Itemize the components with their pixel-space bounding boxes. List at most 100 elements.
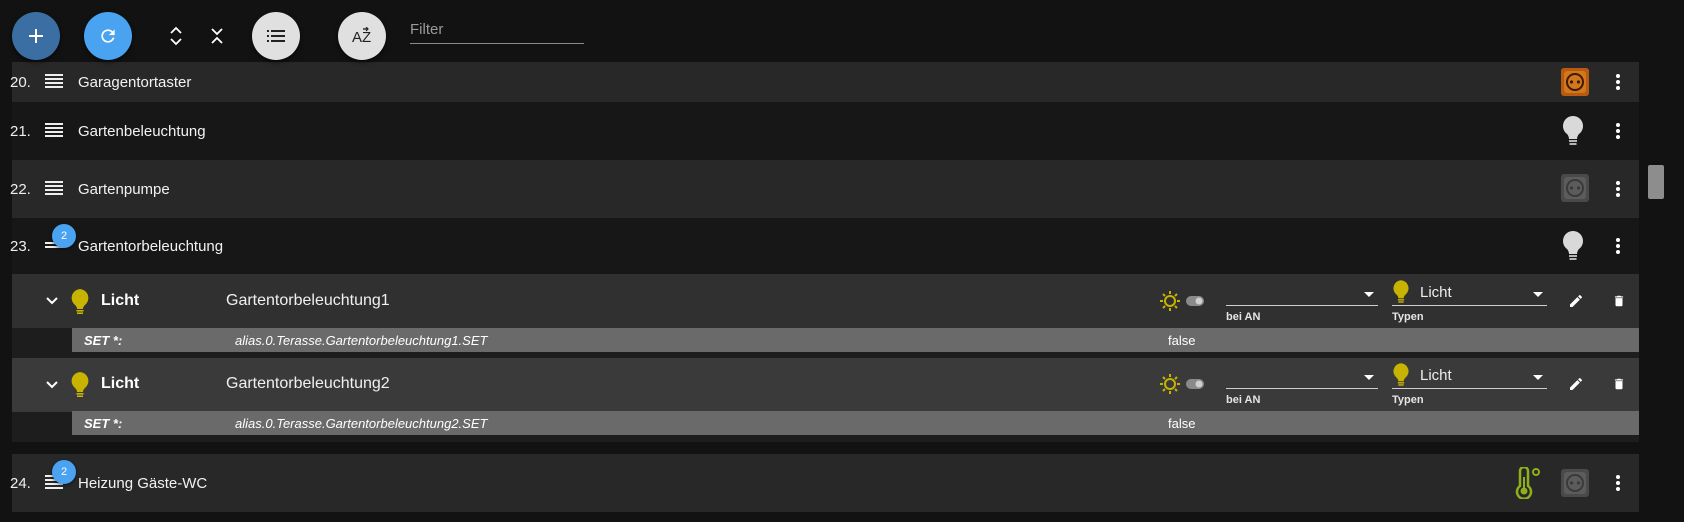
filter-input[interactable] <box>410 16 584 44</box>
more-menu-button[interactable] <box>1607 234 1629 258</box>
bei-an-select[interactable] <box>1226 367 1378 389</box>
state-row: SET *: alias.0.Terasse.Gartentorbeleucht… <box>72 328 1639 352</box>
bulb-icon <box>1393 363 1409 386</box>
socket-icon <box>1561 469 1589 497</box>
expand-all-icon <box>170 26 182 46</box>
sort-button[interactable]: A Z <box>338 12 386 60</box>
toggle-icon[interactable] <box>1186 296 1204 306</box>
row-number: 22. <box>10 180 31 198</box>
state-value: false <box>1168 333 1196 348</box>
more-menu-button[interactable] <box>1607 177 1629 201</box>
svg-text:A: A <box>352 29 362 45</box>
state-id: alias.0.Terasse.Gartentorbeleuchtung1.SE… <box>235 333 488 348</box>
typen-select[interactable]: Licht <box>1392 363 1547 389</box>
device-type: Licht <box>101 375 140 392</box>
typen-label: Typen <box>1392 311 1424 323</box>
list-icon <box>45 181 63 195</box>
more-vert-icon <box>1616 74 1620 90</box>
typen-value: Licht <box>1420 284 1452 301</box>
row-number: 20. <box>10 73 31 91</box>
row-name: Heizung Gäste-WC <box>78 474 208 492</box>
count-badge: 2 <box>52 460 76 484</box>
sun-icon[interactable] <box>1160 374 1180 394</box>
bei-an-select[interactable] <box>1226 284 1378 306</box>
delete-button[interactable] <box>1607 372 1631 396</box>
edit-button[interactable] <box>1564 289 1588 313</box>
device-name: Gartentorbeleuchtung2 <box>226 375 390 392</box>
pencil-icon <box>1570 294 1583 307</box>
bulb-icon <box>71 289 89 314</box>
pencil-icon <box>1570 377 1583 390</box>
expand-all-button[interactable] <box>162 16 190 56</box>
chevron-down-icon[interactable] <box>42 291 62 311</box>
typen-value: Licht <box>1420 367 1452 384</box>
trash-icon <box>1614 295 1624 307</box>
bulb-icon <box>1393 280 1409 303</box>
device-item[interactable]: Licht Gartentorbeleuchtung1 bei AN Licht <box>12 274 1639 328</box>
toolbar: A Z <box>0 0 1684 62</box>
list-icon <box>45 123 63 137</box>
bulb-icon <box>71 372 89 397</box>
more-menu-button[interactable] <box>1607 70 1629 94</box>
dropdown-caret-icon <box>1364 292 1374 297</box>
bei-an-label: bei AN <box>1226 311 1261 323</box>
edit-button[interactable] <box>1564 372 1588 396</box>
row-name: Gartenpumpe <box>78 180 170 198</box>
trash-icon <box>1614 378 1624 390</box>
scrollbar-thumb[interactable] <box>1648 165 1664 199</box>
thermometer-icon <box>1515 467 1540 499</box>
sort-az-icon: A Z <box>352 27 371 45</box>
row-number: 24. <box>10 474 31 492</box>
device-list-page: A Z 20. Garagentortaster 21. Gartenbeleu… <box>0 0 1684 522</box>
typen-select[interactable]: Licht <box>1392 280 1547 306</box>
row-number: 23. <box>10 237 31 255</box>
collapse-all-button[interactable] <box>203 16 231 56</box>
state-key: SET *: <box>84 416 123 431</box>
chevron-down-icon[interactable] <box>42 375 62 395</box>
socket-icon <box>1561 68 1589 96</box>
bulb-icon <box>1563 231 1583 260</box>
typen-label: Typen <box>1392 394 1424 406</box>
list-item[interactable]: 22. Gartenpumpe <box>10 160 1639 218</box>
list-item[interactable]: 20. Garagentortaster <box>10 62 1639 102</box>
row-name: Gartentorbeleuchtung <box>78 237 224 255</box>
state-id: alias.0.Terasse.Gartentorbeleuchtung2.SE… <box>235 416 488 431</box>
device-item[interactable]: Licht Gartentorbeleuchtung2 bei AN Licht <box>12 358 1639 412</box>
list-item[interactable]: 21. Gartenbeleuchtung <box>10 102 1639 160</box>
dropdown-caret-icon <box>1533 375 1543 380</box>
list-view-button[interactable] <box>252 12 300 60</box>
row-name: Gartenbeleuchtung <box>78 122 206 140</box>
count-badge: 2 <box>52 224 76 248</box>
add-button[interactable] <box>12 12 60 60</box>
svg-text:Z: Z <box>362 29 371 45</box>
more-menu-button[interactable] <box>1607 119 1629 143</box>
list-icon <box>45 74 63 88</box>
refresh-icon <box>101 29 115 43</box>
list-icon <box>267 30 285 42</box>
row-name: Garagentortaster <box>78 73 192 91</box>
row-number: 21. <box>10 122 31 140</box>
list-item[interactable]: 24. 2 Heizung Gäste-WC <box>10 454 1639 512</box>
delete-button[interactable] <box>1607 289 1631 313</box>
more-menu-button[interactable] <box>1607 471 1629 495</box>
toggle-icon[interactable] <box>1186 379 1204 389</box>
more-vert-icon <box>1616 475 1620 491</box>
device-type: Licht <box>101 292 140 309</box>
device-panel: Licht Gartentorbeleuchtung1 bei AN Licht <box>12 274 1639 442</box>
socket-icon <box>1561 174 1589 202</box>
state-value: false <box>1168 416 1196 431</box>
bulb-icon <box>1563 116 1583 145</box>
list-item[interactable]: 23. 2 Gartentorbeleuchtung <box>10 218 1639 274</box>
state-row: SET *: alias.0.Terasse.Gartentorbeleucht… <box>72 411 1639 435</box>
more-vert-icon <box>1616 181 1620 197</box>
device-name: Gartentorbeleuchtung1 <box>226 292 390 309</box>
dropdown-caret-icon <box>1364 375 1374 380</box>
collapse-all-icon <box>211 28 223 44</box>
bei-an-label: bei AN <box>1226 394 1261 406</box>
state-key: SET *: <box>84 333 123 348</box>
more-vert-icon <box>1616 238 1620 254</box>
refresh-button[interactable] <box>84 12 132 60</box>
sun-icon[interactable] <box>1160 291 1180 311</box>
plus-icon <box>29 29 43 43</box>
more-vert-icon <box>1616 123 1620 139</box>
